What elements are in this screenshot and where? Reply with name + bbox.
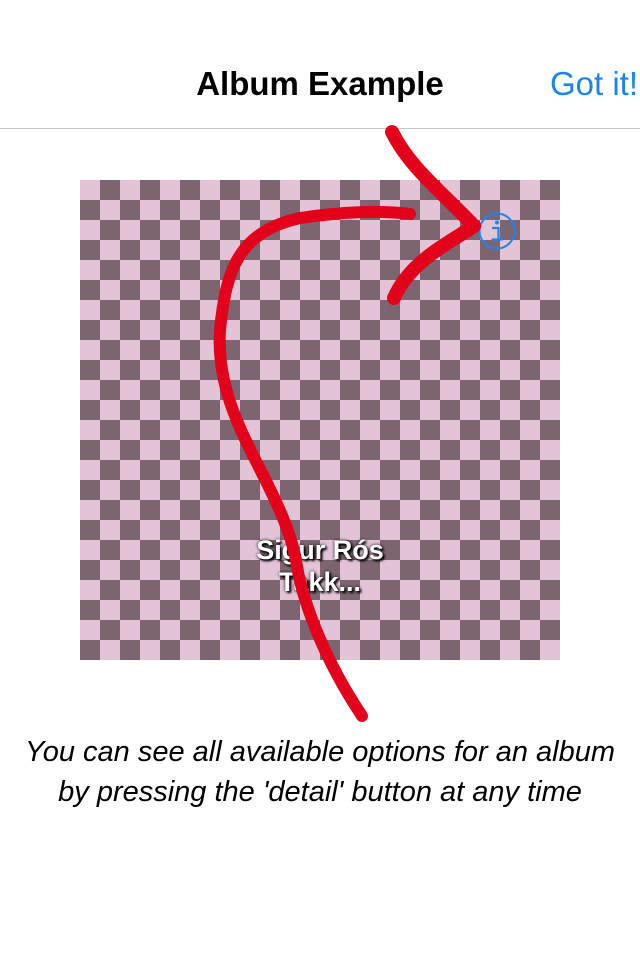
album-caption: Sigur Rós Takk... [80, 534, 560, 598]
navigation-bar: Album Example Got it! [0, 0, 640, 129]
info-icon [478, 212, 516, 250]
album-artist: Sigur Rós [256, 535, 384, 565]
hint-text: You can see all available options for an… [24, 736, 616, 808]
page-title: Album Example [196, 65, 444, 102]
detail-button[interactable] [478, 212, 516, 250]
got-it-button[interactable]: Got it! [550, 64, 638, 104]
album-title: Takk... [278, 567, 362, 597]
album-tile[interactable]: Sigur Rós Takk... [80, 180, 560, 660]
tutorial-screen: Album Example Got it! Sigur Rós Takk... … [0, 0, 640, 960]
